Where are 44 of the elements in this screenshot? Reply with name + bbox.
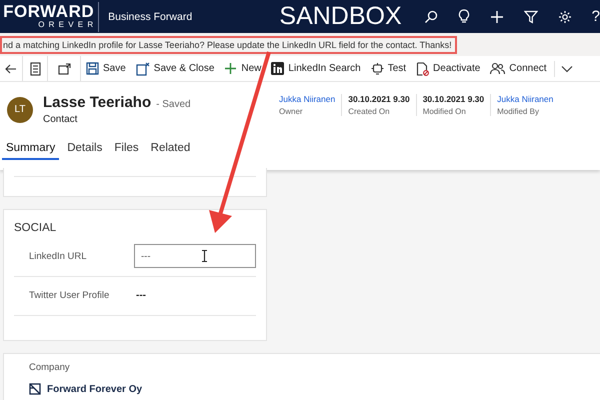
user-link[interactable]: Jukka Niiranen: [279, 94, 336, 104]
chevron-down-icon[interactable]: [560, 64, 573, 72]
field-label: Created On: [348, 107, 391, 116]
field-label: Modified By: [497, 107, 540, 116]
people-icon: [490, 62, 506, 75]
field-label: Owner: [279, 107, 304, 116]
section-title: SOCIAL: [14, 222, 58, 234]
save-close-icon: [136, 62, 150, 76]
company-link[interactable]: Forward Forever Oy: [47, 384, 142, 394]
field-label: Company: [29, 362, 71, 373]
plus-icon[interactable]: [490, 10, 504, 24]
deactivate-icon: [416, 62, 430, 76]
lightbulb-icon[interactable]: [458, 9, 470, 24]
avatar: LT: [7, 96, 33, 122]
plus-icon: [224, 62, 238, 75]
help-button[interactable]: ?: [592, 8, 600, 25]
environment-label: SANDBOX: [279, 2, 402, 31]
robot-icon: [370, 62, 384, 75]
filter-icon[interactable]: [524, 10, 538, 24]
field-value: 30.10.2021 9.30: [348, 94, 410, 104]
field-value: 30.10.2021 9.30: [422, 94, 484, 104]
linkedin-icon: [271, 62, 284, 75]
tab[interactable]: Summary: [2, 140, 60, 160]
back-arrow-icon[interactable]: [5, 62, 17, 74]
notification-text: nd a matching LinkedIn profile for Lasse Teeriaho? Please update the LinkedIn URL field for the contact. Thanks!: [0, 36, 457, 54]
field-label: Twitter User Profile: [29, 290, 110, 300]
user-link[interactable]: Jukka Niiranen: [497, 94, 554, 104]
document-icon[interactable]: [30, 62, 40, 76]
save-icon: [86, 62, 99, 75]
save-status: - Saved: [156, 99, 191, 110]
settings-icon[interactable]: [558, 10, 572, 24]
record-name: Lasse Teeriaho: [43, 94, 152, 111]
search-icon[interactable]: [424, 10, 438, 24]
entity-name: Contact: [43, 114, 78, 125]
field-label: LinkedIn URL: [29, 250, 88, 262]
field-label: Modified On: [422, 107, 467, 116]
logo-text: FORWARD: [3, 3, 94, 20]
logo-subtext: O R E V E R: [38, 20, 94, 30]
app-name[interactable]: Business Forward: [108, 10, 272, 22]
input-field[interactable]: ---: [134, 244, 256, 268]
account-icon: [29, 383, 41, 395]
popout-icon[interactable]: [58, 62, 70, 74]
field-value: ---: [136, 290, 146, 300]
text-cursor-icon: [201, 250, 208, 262]
